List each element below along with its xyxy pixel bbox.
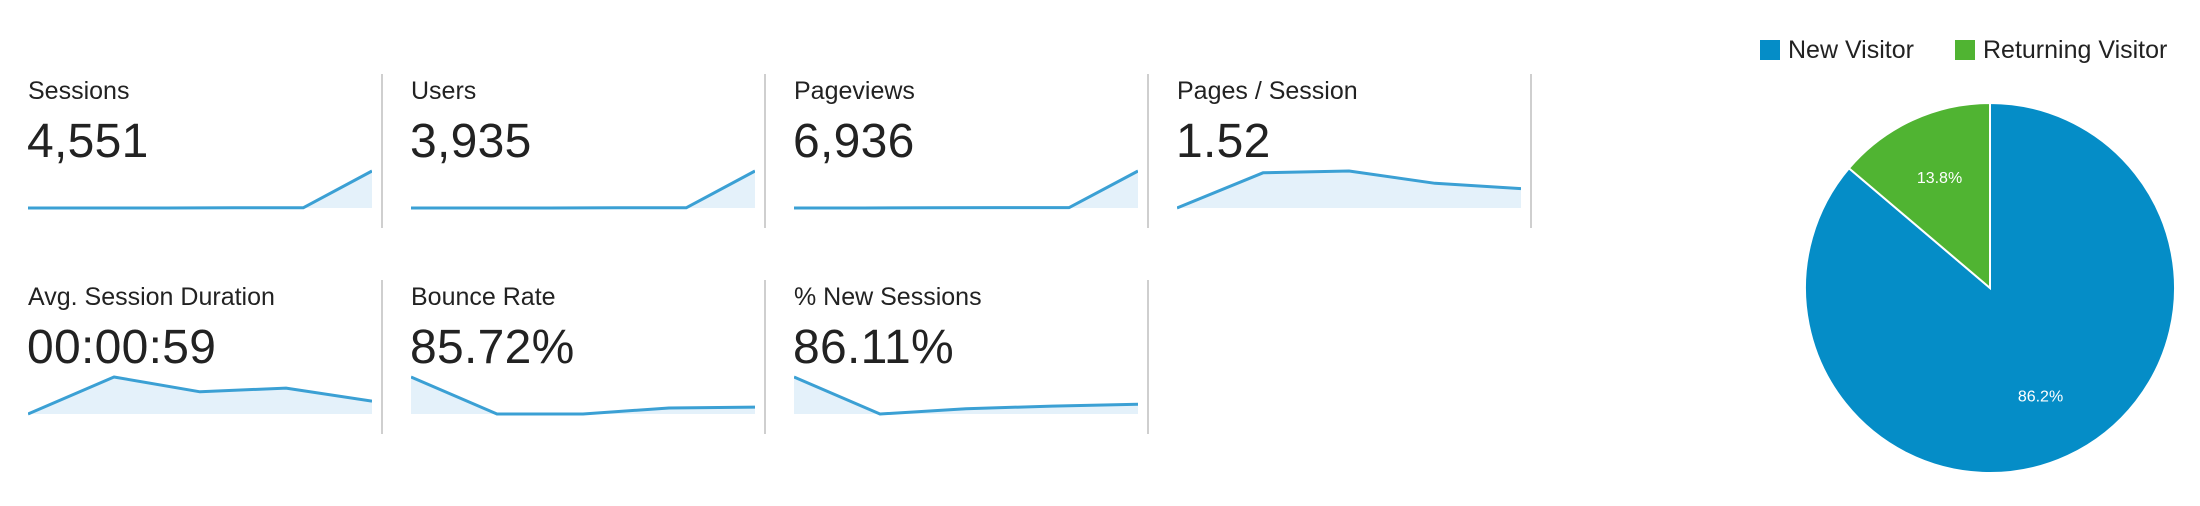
legend-swatch	[1955, 40, 1975, 60]
metric-value: 4,551	[27, 115, 149, 168]
metric-label: Bounce Rate	[411, 283, 556, 311]
sparkline-area	[28, 171, 372, 208]
metric-pages-per-session[interactable]: Pages / Session 1.52	[1149, 74, 1532, 228]
sparkline-bounce-rate	[411, 375, 755, 416]
sparkline-avg-session-duration	[28, 375, 372, 416]
pie-slice-label: 86.2%	[2018, 388, 2063, 405]
sparkline-pages-per-session	[1177, 169, 1521, 210]
metric-users[interactable]: Users 3,935	[383, 74, 766, 228]
metric-label: % New Sessions	[794, 283, 982, 311]
metric-new-sessions[interactable]: % New Sessions 86.11%	[766, 280, 1149, 434]
sparkline-users	[411, 169, 755, 210]
dashboard-canvas: Sessions 4,551 Users 3,935 Pageviews 6,9…	[0, 0, 2200, 506]
legend-label: Returning Visitor	[1983, 36, 2168, 64]
sparkline-sessions	[28, 169, 372, 210]
metric-value: 86.11%	[793, 321, 955, 374]
pie-slice-label: 13.8%	[1917, 170, 1962, 187]
sparkline-new-sessions	[794, 375, 1138, 416]
metric-value: 00:00:59	[27, 321, 217, 374]
metric-value: 6,936	[793, 115, 915, 168]
sparkline-area	[28, 377, 372, 414]
metric-bounce-rate[interactable]: Bounce Rate 85.72%	[383, 280, 766, 434]
sparkline-area	[1177, 171, 1521, 208]
metric-label: Pages / Session	[1177, 77, 1358, 105]
visitor-type-pie-chart: 86.2% 13.8%	[1804, 101, 2176, 474]
metric-label: Sessions	[28, 77, 130, 105]
sparkline-area	[794, 171, 1138, 208]
metric-label: Pageviews	[794, 77, 915, 105]
metric-label: Users	[411, 77, 477, 105]
legend-label: New Visitor	[1788, 36, 1914, 64]
metric-label: Avg. Session Duration	[28, 283, 275, 311]
metric-pageviews[interactable]: Pageviews 6,936	[766, 74, 1149, 228]
sparkline-pageviews	[794, 169, 1138, 210]
metric-value: 85.72%	[410, 321, 575, 374]
metric-value: 1.52	[1176, 115, 1271, 168]
metric-sessions[interactable]: Sessions 4,551	[0, 74, 383, 228]
legend-swatch	[1760, 40, 1780, 60]
metric-avg-session-duration[interactable]: Avg. Session Duration 00:00:59	[0, 280, 383, 434]
sparkline-area	[411, 171, 755, 208]
metric-value: 3,935	[410, 115, 532, 168]
